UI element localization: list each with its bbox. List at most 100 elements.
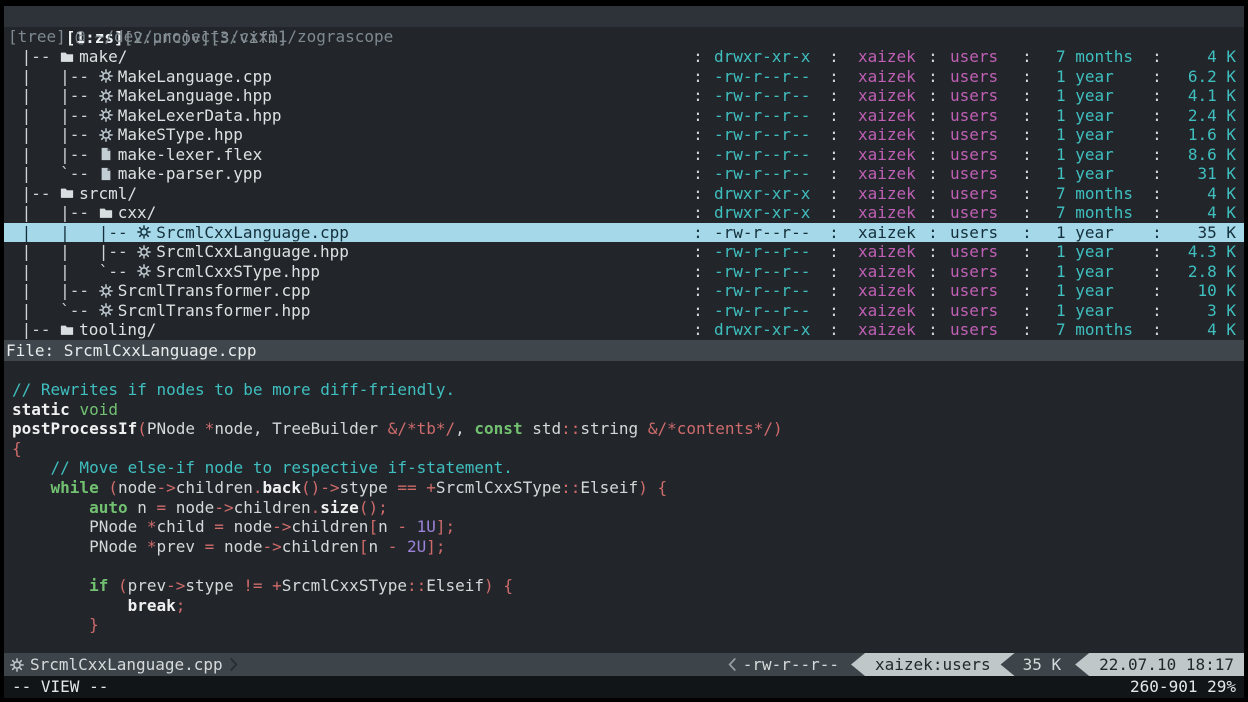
code-line: // Move else-if node to respective if-st… [12, 458, 1244, 478]
file-size: 2.8 K [1168, 262, 1244, 282]
column-separator: : [810, 281, 858, 301]
folder-icon [60, 50, 79, 64]
status-owner-segment: xaizek:users [851, 653, 1015, 676]
column-separator: : [810, 223, 858, 243]
file-row[interactable]: | |-- make-lexer.flex:-rw-r--r--:xaizek:… [4, 145, 1244, 165]
file-name: SrcmlTransformer.hpp [118, 301, 311, 321]
file-list: |-- make/:drwxr-xr-x:xaizek:users:7 mont… [4, 47, 1244, 340]
column-separator: : [916, 203, 950, 223]
file-size: 4 K [1168, 184, 1244, 204]
column-separator: : [998, 86, 1056, 106]
file-name: MakeLanguage.cpp [118, 67, 272, 87]
tree-branch: | |-- [12, 67, 99, 87]
column-separator: : [682, 320, 714, 340]
file-row[interactable]: | |-- SrcmlTransformer.cpp:-rw-r--r--:xa… [4, 281, 1244, 301]
code-line: break; [12, 596, 1244, 616]
file-size: 8.6 K [1168, 145, 1244, 165]
file-mtime: 1 year [1056, 262, 1146, 282]
preview-code: // Rewrites if nodes to be more diff-fri… [12, 380, 1244, 635]
column-separator: : [1146, 281, 1168, 301]
column-separator: : [682, 106, 714, 126]
file-mtime: 7 months [1056, 203, 1146, 223]
file-owner: xaizek [858, 203, 916, 223]
file-mtime: 1 year [1056, 223, 1146, 243]
file-owner: xaizek [858, 301, 916, 321]
column-separator: : [998, 67, 1056, 87]
file-permissions: -rw-r--r-- [714, 223, 810, 243]
file-name: SrcmlTransformer.cpp [118, 281, 311, 301]
file-owner: xaizek [858, 184, 916, 204]
file-group: users [950, 223, 998, 243]
column-separator: : [810, 262, 858, 282]
column-separator: : [1146, 301, 1168, 321]
column-separator: : [682, 125, 714, 145]
column-separator: : [682, 301, 714, 321]
file-size: 35 K [1168, 223, 1244, 243]
code-line: PNode *prev = node->children[n - 2U]; [12, 537, 1244, 557]
file-row[interactable]: | | |-- SrcmlCxxLanguage.cpp:-rw-r--r--:… [4, 223, 1244, 243]
file-row[interactable]: | |-- MakeLanguage.cpp:-rw-r--r--:xaizek… [4, 67, 1244, 87]
vifm-path-line: [tree] @ ~/dev/projects/cxx11/zograscope [4, 27, 1244, 47]
column-separator: : [998, 184, 1056, 204]
column-separator: : [1146, 125, 1168, 145]
cpp-icon [10, 658, 24, 672]
column-separator: : [916, 301, 950, 321]
column-separator: : [682, 184, 714, 204]
tree-branch: | |-- [12, 145, 99, 165]
preview-pane[interactable]: // Rewrites if nodes to be more diff-fri… [4, 361, 1244, 653]
column-separator: : [810, 301, 858, 321]
column-separator: : [810, 164, 858, 184]
file-permissions: -rw-r--r-- [714, 242, 810, 262]
file-mtime: 1 year [1056, 301, 1146, 321]
tree-branch: | `-- [12, 164, 99, 184]
column-separator: : [916, 223, 950, 243]
code-line: auto n = node->children.size(); [12, 498, 1244, 518]
tree-branch: | | `-- [12, 262, 137, 282]
file-name: MakeLexerData.hpp [118, 106, 282, 126]
tree-branch: | |-- [12, 125, 99, 145]
file-owner: xaizek [858, 320, 916, 340]
column-separator: : [916, 86, 950, 106]
file-row[interactable]: | |-- MakeSType.hpp:-rw-r--r--:xaizek:us… [4, 125, 1244, 145]
column-separator: : [682, 67, 714, 87]
file-row[interactable]: | |-- cxx/:drwxr-xr-x:xaizek:users:7 mon… [4, 203, 1244, 223]
code-line: PNode *child = node->children[n - 1U]; [12, 517, 1244, 537]
file-mtime: 1 year [1056, 67, 1146, 87]
file-mtime: 1 year [1056, 145, 1146, 165]
file-permissions: -rw-r--r-- [714, 67, 810, 87]
file-row[interactable]: | | |-- SrcmlCxxLanguage.hpp:-rw-r--r--:… [4, 242, 1244, 262]
column-separator: : [1146, 203, 1168, 223]
file-owner: xaizek [858, 262, 916, 282]
file-size: 4.1 K [1168, 86, 1244, 106]
preview-header: File: SrcmlCxxLanguage.cpp [4, 340, 1244, 361]
column-separator: : [916, 106, 950, 126]
file-row[interactable]: | `-- SrcmlTransformer.hpp:-rw-r--r--:xa… [4, 301, 1244, 321]
file-name: SrcmlCxxSType.hpp [156, 262, 320, 282]
file-row[interactable]: | |-- MakeLanguage.hpp:-rw-r--r--:xaizek… [4, 86, 1244, 106]
file-name: make-lexer.flex [118, 145, 263, 165]
column-separator: : [682, 262, 714, 282]
cpp-icon [99, 284, 118, 298]
status-right: -rw-r--r-- xaizek:users 35 K 22.07.10 18… [728, 653, 1244, 676]
file-row[interactable]: |-- make/:drwxr-xr-x:xaizek:users:7 mont… [4, 47, 1244, 67]
column-separator: : [998, 301, 1056, 321]
file-row[interactable]: |-- srcml/:drwxr-xr-x:xaizek:users:7 mon… [4, 184, 1244, 204]
code-line: while (node->children.back()->stype == +… [12, 478, 1244, 498]
file-row[interactable]: | `-- make-parser.ypp:-rw-r--r--:xaizek:… [4, 164, 1244, 184]
file-permissions: -rw-r--r-- [714, 262, 810, 282]
file-row[interactable]: | | `-- SrcmlCxxSType.hpp:-rw-r--r--:xai… [4, 262, 1244, 282]
column-separator: : [1146, 164, 1168, 184]
cpp-icon [99, 108, 118, 122]
file-name: MakeLanguage.hpp [118, 86, 272, 106]
file-mtime: 7 months [1056, 184, 1146, 204]
file-size: 3 K [1168, 301, 1244, 321]
file-row[interactable]: | |-- MakeLexerData.hpp:-rw-r--r--:xaize… [4, 106, 1244, 126]
column-separator: : [1146, 67, 1168, 87]
cpp-icon [99, 303, 118, 317]
file-permissions: drwxr-xr-x [714, 184, 810, 204]
folder-icon [60, 186, 79, 200]
column-separator: : [916, 125, 950, 145]
column-separator: : [1146, 262, 1168, 282]
column-separator: : [916, 242, 950, 262]
file-row[interactable]: |-- tooling/:drwxr-xr-x:xaizek:users:7 m… [4, 320, 1244, 340]
